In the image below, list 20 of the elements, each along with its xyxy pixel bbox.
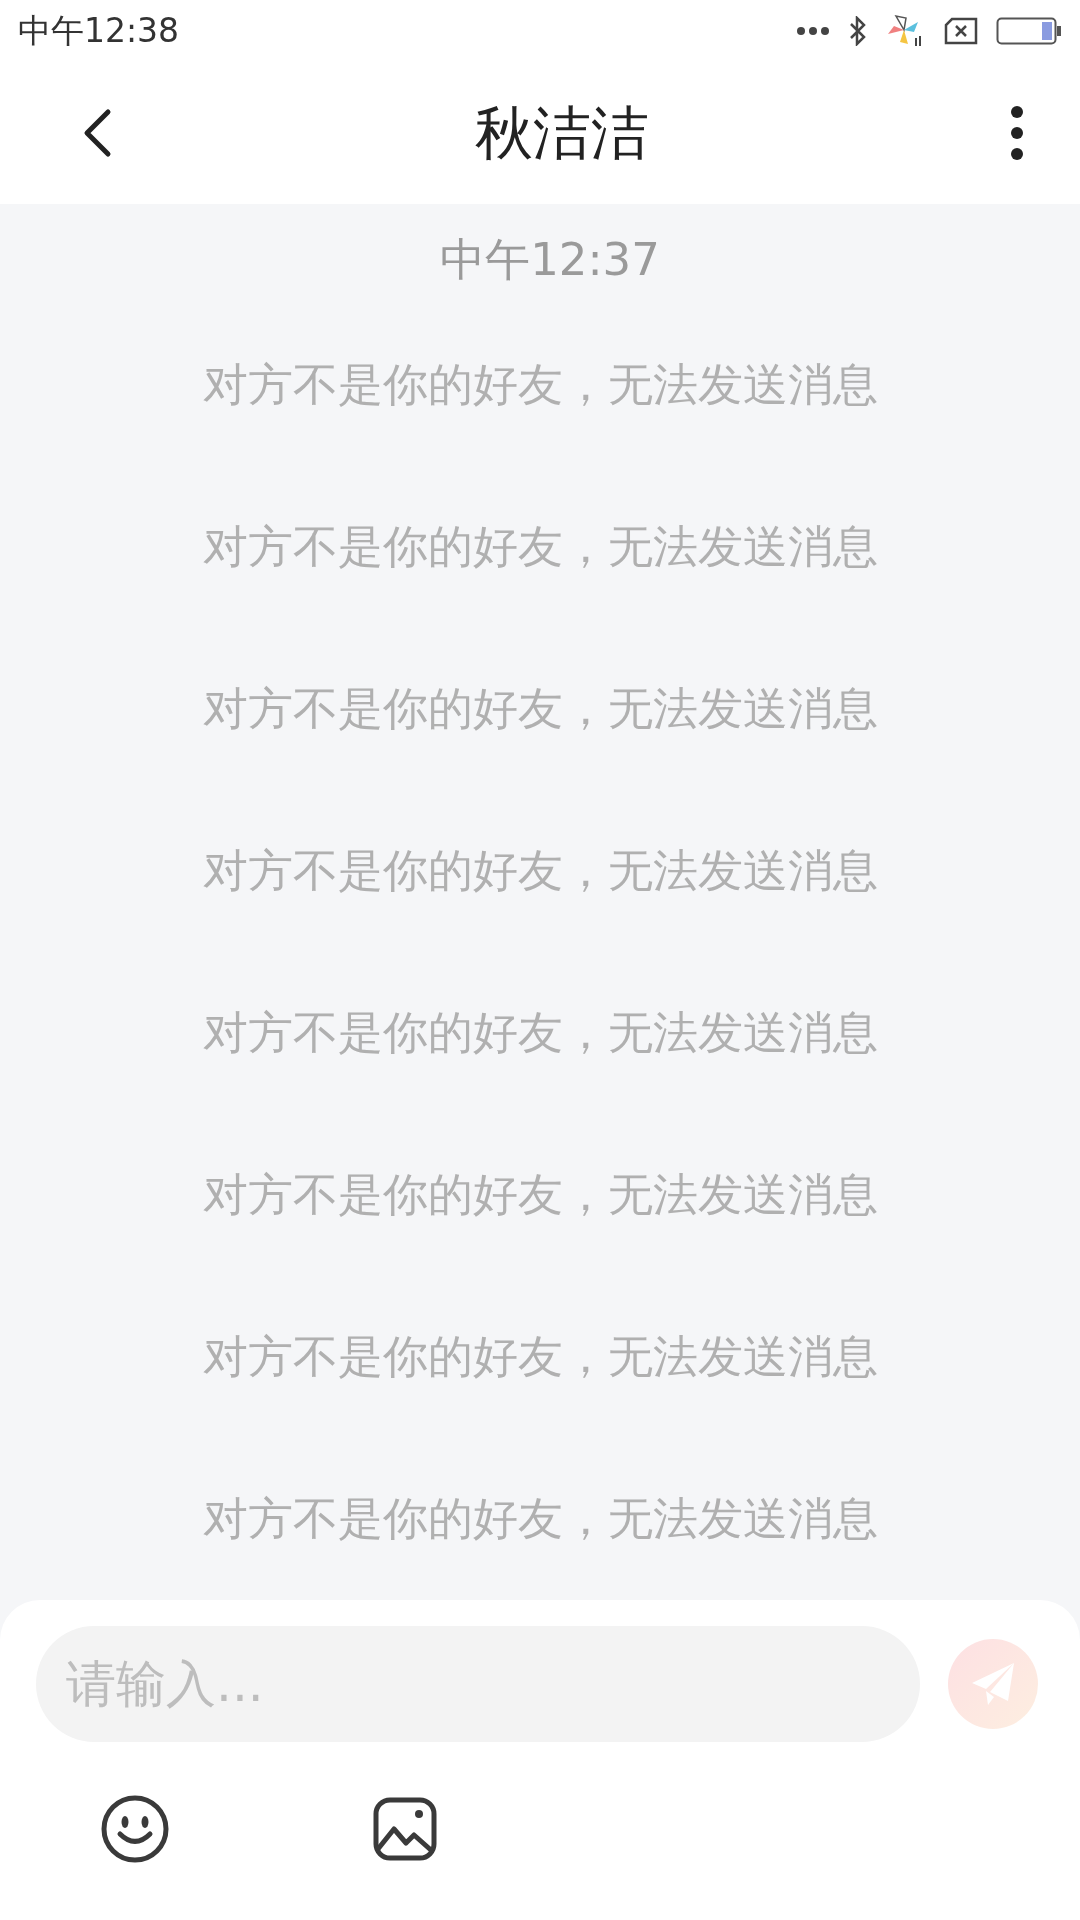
image-icon	[373, 1797, 437, 1861]
system-notice: 对方不是你的好友，无法发送消息	[202, 357, 878, 413]
emoji-button[interactable]	[100, 1794, 170, 1864]
message-timestamp: 中午12:37	[440, 232, 660, 288]
chat-title: 秋洁洁	[475, 97, 649, 169]
bluetooth-icon	[848, 16, 868, 46]
system-notice: 对方不是你的好友，无法发送消息	[202, 843, 878, 899]
status-time: 中午12:38	[18, 10, 180, 53]
send-icon	[970, 1661, 1016, 1707]
more-vertical-icon	[1010, 105, 1024, 161]
more-dots-icon	[796, 26, 830, 36]
battery-icon	[996, 17, 1062, 45]
system-notice: 对方不是你的好友，无法发送消息	[202, 519, 878, 575]
system-notice: 对方不是你的好友，无法发送消息	[202, 1491, 878, 1547]
system-notice: 对方不是你的好友，无法发送消息	[202, 1005, 878, 1061]
sim-card-icon	[944, 17, 978, 45]
smiley-icon	[101, 1795, 169, 1863]
system-notice: 对方不是你的好友，无法发送消息	[202, 1167, 878, 1223]
system-notice: 对方不是你的好友，无法发送消息	[202, 1329, 878, 1385]
system-notice: 对方不是你的好友，无法发送消息	[202, 681, 878, 737]
